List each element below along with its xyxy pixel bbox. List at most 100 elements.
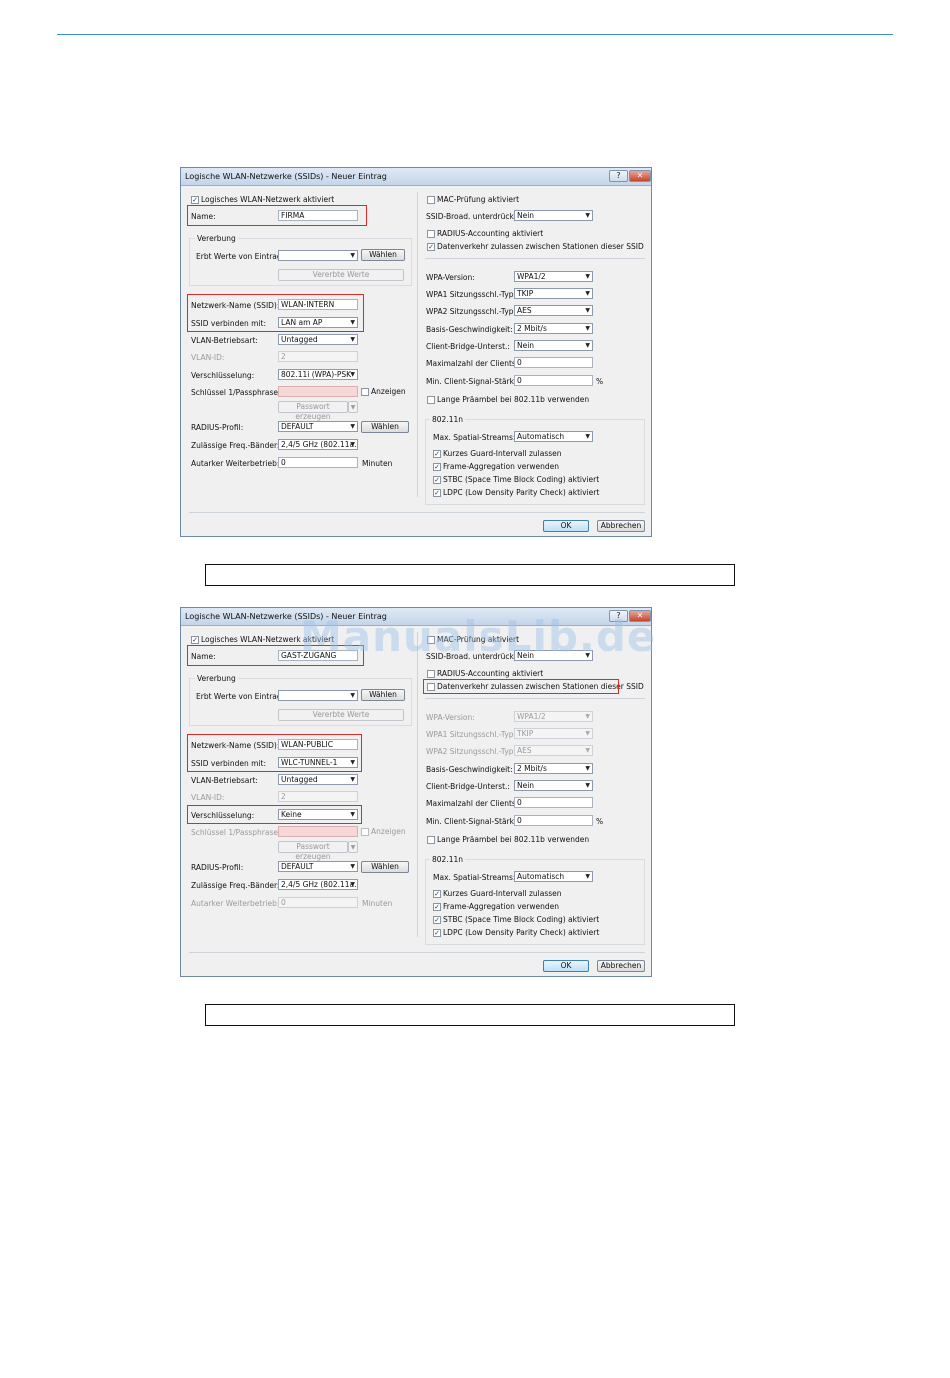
ieee-80211n-title: 802.11n <box>430 415 465 424</box>
chevron-down-icon: ▼ <box>585 433 590 440</box>
ieee-80211n-title: 802.11n <box>430 855 465 864</box>
frame-aggregation-checkbox[interactable]: ✓ <box>433 463 441 471</box>
spatial-streams-value: Automatisch <box>517 872 565 881</box>
inherit-label: Erbt Werte von Eintrag: <box>196 252 285 261</box>
mac-check-checkbox[interactable] <box>427 196 435 204</box>
spatial-streams-select[interactable]: Automatisch ▼ <box>514 871 593 882</box>
chevron-down-icon: ▼ <box>585 713 590 720</box>
active-checkbox[interactable]: ✓ <box>191 636 199 644</box>
chevron-down-icon: ▼ <box>350 371 355 378</box>
footer-divider <box>189 512 645 513</box>
freq-bands-label: Zulässige Freq.-Bänder: <box>191 881 280 890</box>
radius-accounting-checkbox[interactable] <box>427 670 435 678</box>
freq-bands-select[interactable]: 2,4/5 GHz (802.11a... ▼ <box>278 879 358 890</box>
radius-accounting-checkbox[interactable] <box>427 230 435 238</box>
radius-accounting-label: RADIUS-Accounting aktiviert <box>437 669 544 678</box>
vlan-mode-select[interactable]: Untagged ▼ <box>278 774 358 785</box>
client-bridge-label: Client-Bridge-Unterst.: <box>426 342 510 351</box>
radius-choose-button[interactable]: Wählen <box>361 861 409 873</box>
show-passphrase-checkbox[interactable] <box>361 388 369 396</box>
wpa-version-select[interactable]: WPA1/2 ▼ <box>514 711 593 722</box>
basis-speed-label: Basis-Geschwindigkeit: <box>426 325 513 334</box>
min-signal-input[interactable]: 0 <box>514 375 593 386</box>
frame-aggregation-checkbox[interactable]: ✓ <box>433 903 441 911</box>
freq-bands-select[interactable]: 2,4/5 GHz (802.11a... ▼ <box>278 439 358 450</box>
caption-box-2 <box>205 1004 735 1026</box>
min-signal-label: Min. Client-Signal-Stärke: <box>426 377 521 386</box>
guard-interval-checkbox[interactable]: ✓ <box>433 450 441 458</box>
inherit-select[interactable]: ▼ <box>278 250 358 261</box>
active-checkbox[interactable]: ✓ <box>191 196 199 204</box>
cancel-button[interactable]: Abbrechen <box>597 520 645 532</box>
broadcast-select[interactable]: Nein ▼ <box>514 210 593 221</box>
guard-interval-checkbox[interactable]: ✓ <box>433 890 441 898</box>
wpa1-value: TKIP <box>517 289 534 298</box>
radius-profile-value: DEFAULT <box>281 862 314 871</box>
basis-speed-select[interactable]: 2 Mbit/s ▼ <box>514 323 593 334</box>
client-bridge-label: Client-Bridge-Unterst.: <box>426 782 510 791</box>
max-clients-input[interactable]: 0 <box>514 357 593 368</box>
show-passphrase-checkbox[interactable] <box>361 828 369 836</box>
generate-password-dropdown[interactable]: ▼ <box>348 841 358 853</box>
spatial-streams-select[interactable]: Automatisch ▼ <box>514 431 593 442</box>
inherit-choose-button[interactable]: Wählen <box>361 689 405 701</box>
autark-input[interactable]: 0 <box>278 457 358 468</box>
wpa2-select[interactable]: AES ▼ <box>514 745 593 756</box>
radius-profile-select[interactable]: DEFAULT ▼ <box>278 421 358 432</box>
chevron-down-icon: ▼ <box>350 423 355 430</box>
inherit-select[interactable]: ▼ <box>278 690 358 701</box>
vlan-mode-value: Untagged <box>281 775 318 784</box>
generate-password-dropdown[interactable]: ▼ <box>348 401 358 413</box>
vlan-mode-select[interactable]: Untagged ▼ <box>278 334 358 345</box>
vlan-id-input[interactable]: 2 <box>278 791 358 802</box>
ldpc-checkbox[interactable]: ✓ <box>433 929 441 937</box>
radius-profile-select[interactable]: DEFAULT ▼ <box>278 861 358 872</box>
cancel-button[interactable]: Abbrechen <box>597 960 645 972</box>
passphrase-input[interactable] <box>278 826 358 837</box>
close-button[interactable]: ✕ <box>629 170 651 182</box>
long-preamble-checkbox[interactable] <box>427 396 435 404</box>
highlight-ssid <box>187 294 364 332</box>
radius-profile-label: RADIUS-Profil: <box>191 423 244 432</box>
help-button[interactable]: ? <box>609 170 628 182</box>
chevron-down-icon: ▼ <box>585 212 590 219</box>
autark-input[interactable]: 0 <box>278 897 358 908</box>
min-signal-unit: % <box>596 377 604 386</box>
autark-unit: Minuten <box>362 899 393 908</box>
inherited-values-button[interactable]: Vererbte Werte <box>278 709 404 721</box>
radius-choose-button[interactable]: Wählen <box>361 421 409 433</box>
wpa1-select[interactable]: TKIP ▼ <box>514 288 593 299</box>
wpa-version-select[interactable]: WPA1/2 ▼ <box>514 271 593 282</box>
wpa2-select[interactable]: AES ▼ <box>514 305 593 316</box>
generate-password-button[interactable]: Passwort erzeugen <box>278 401 348 421</box>
ldpc-checkbox[interactable]: ✓ <box>433 489 441 497</box>
dialog-titlebar: Logische WLAN-Netzwerke (SSIDs) - Neuer … <box>181 168 651 186</box>
client-bridge-select[interactable]: Nein ▼ <box>514 780 593 791</box>
inherited-values-button[interactable]: Vererbte Werte <box>278 269 404 281</box>
page-top-rule <box>57 34 893 35</box>
generate-password-button[interactable]: Passwort erzeugen <box>278 841 348 861</box>
wpa1-select[interactable]: TKIP ▼ <box>514 728 593 739</box>
inherit-choose-button[interactable]: Wählen <box>361 249 405 261</box>
max-clients-input[interactable]: 0 <box>514 797 593 808</box>
long-preamble-checkbox[interactable] <box>427 836 435 844</box>
basis-speed-select[interactable]: 2 Mbit/s ▼ <box>514 763 593 774</box>
encryption-select[interactable]: 802.11i (WPA)-PSK ▼ <box>278 369 358 380</box>
key-label: Schlüssel 1/Passphrase: <box>191 388 281 397</box>
wpa-version-value: WPA1/2 <box>517 272 546 281</box>
ok-button[interactable]: OK <box>543 520 589 532</box>
client-bridge-value: Nein <box>517 781 535 790</box>
chevron-down-icon: ▼ <box>350 252 355 259</box>
stbc-checkbox[interactable]: ✓ <box>433 916 441 924</box>
chevron-down-icon: ▼ <box>585 730 590 737</box>
passphrase-input[interactable] <box>278 386 358 397</box>
vlan-id-input[interactable]: 2 <box>278 351 358 362</box>
min-signal-input[interactable]: 0 <box>514 815 593 826</box>
wpa2-label: WPA2 Sitzungsschl.-Typ: <box>426 307 517 316</box>
stbc-checkbox[interactable]: ✓ <box>433 476 441 484</box>
ssid-dialog-firma: Logische WLAN-Netzwerke (SSIDs) - Neuer … <box>180 167 652 537</box>
ok-button[interactable]: OK <box>543 960 589 972</box>
traffic-between-stations-checkbox[interactable]: ✓ <box>427 243 435 251</box>
client-bridge-select[interactable]: Nein ▼ <box>514 340 593 351</box>
ldpc-label: LDPC (Low Density Parity Check) aktivier… <box>443 928 600 937</box>
